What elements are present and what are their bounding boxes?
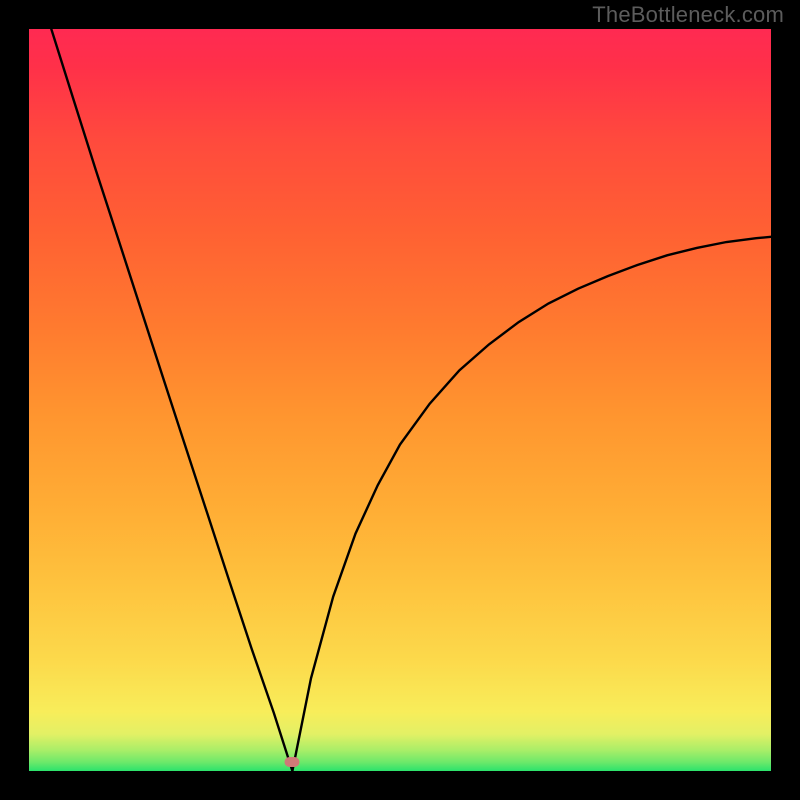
curve-right-branch: [292, 237, 771, 771]
optimal-point-marker: [285, 757, 300, 767]
bottleneck-curve: [29, 29, 771, 771]
watermark-text: TheBottleneck.com: [592, 2, 784, 28]
plot-area: [29, 29, 771, 771]
curve-left-branch: [51, 29, 292, 771]
chart-stage: TheBottleneck.com: [0, 0, 800, 800]
